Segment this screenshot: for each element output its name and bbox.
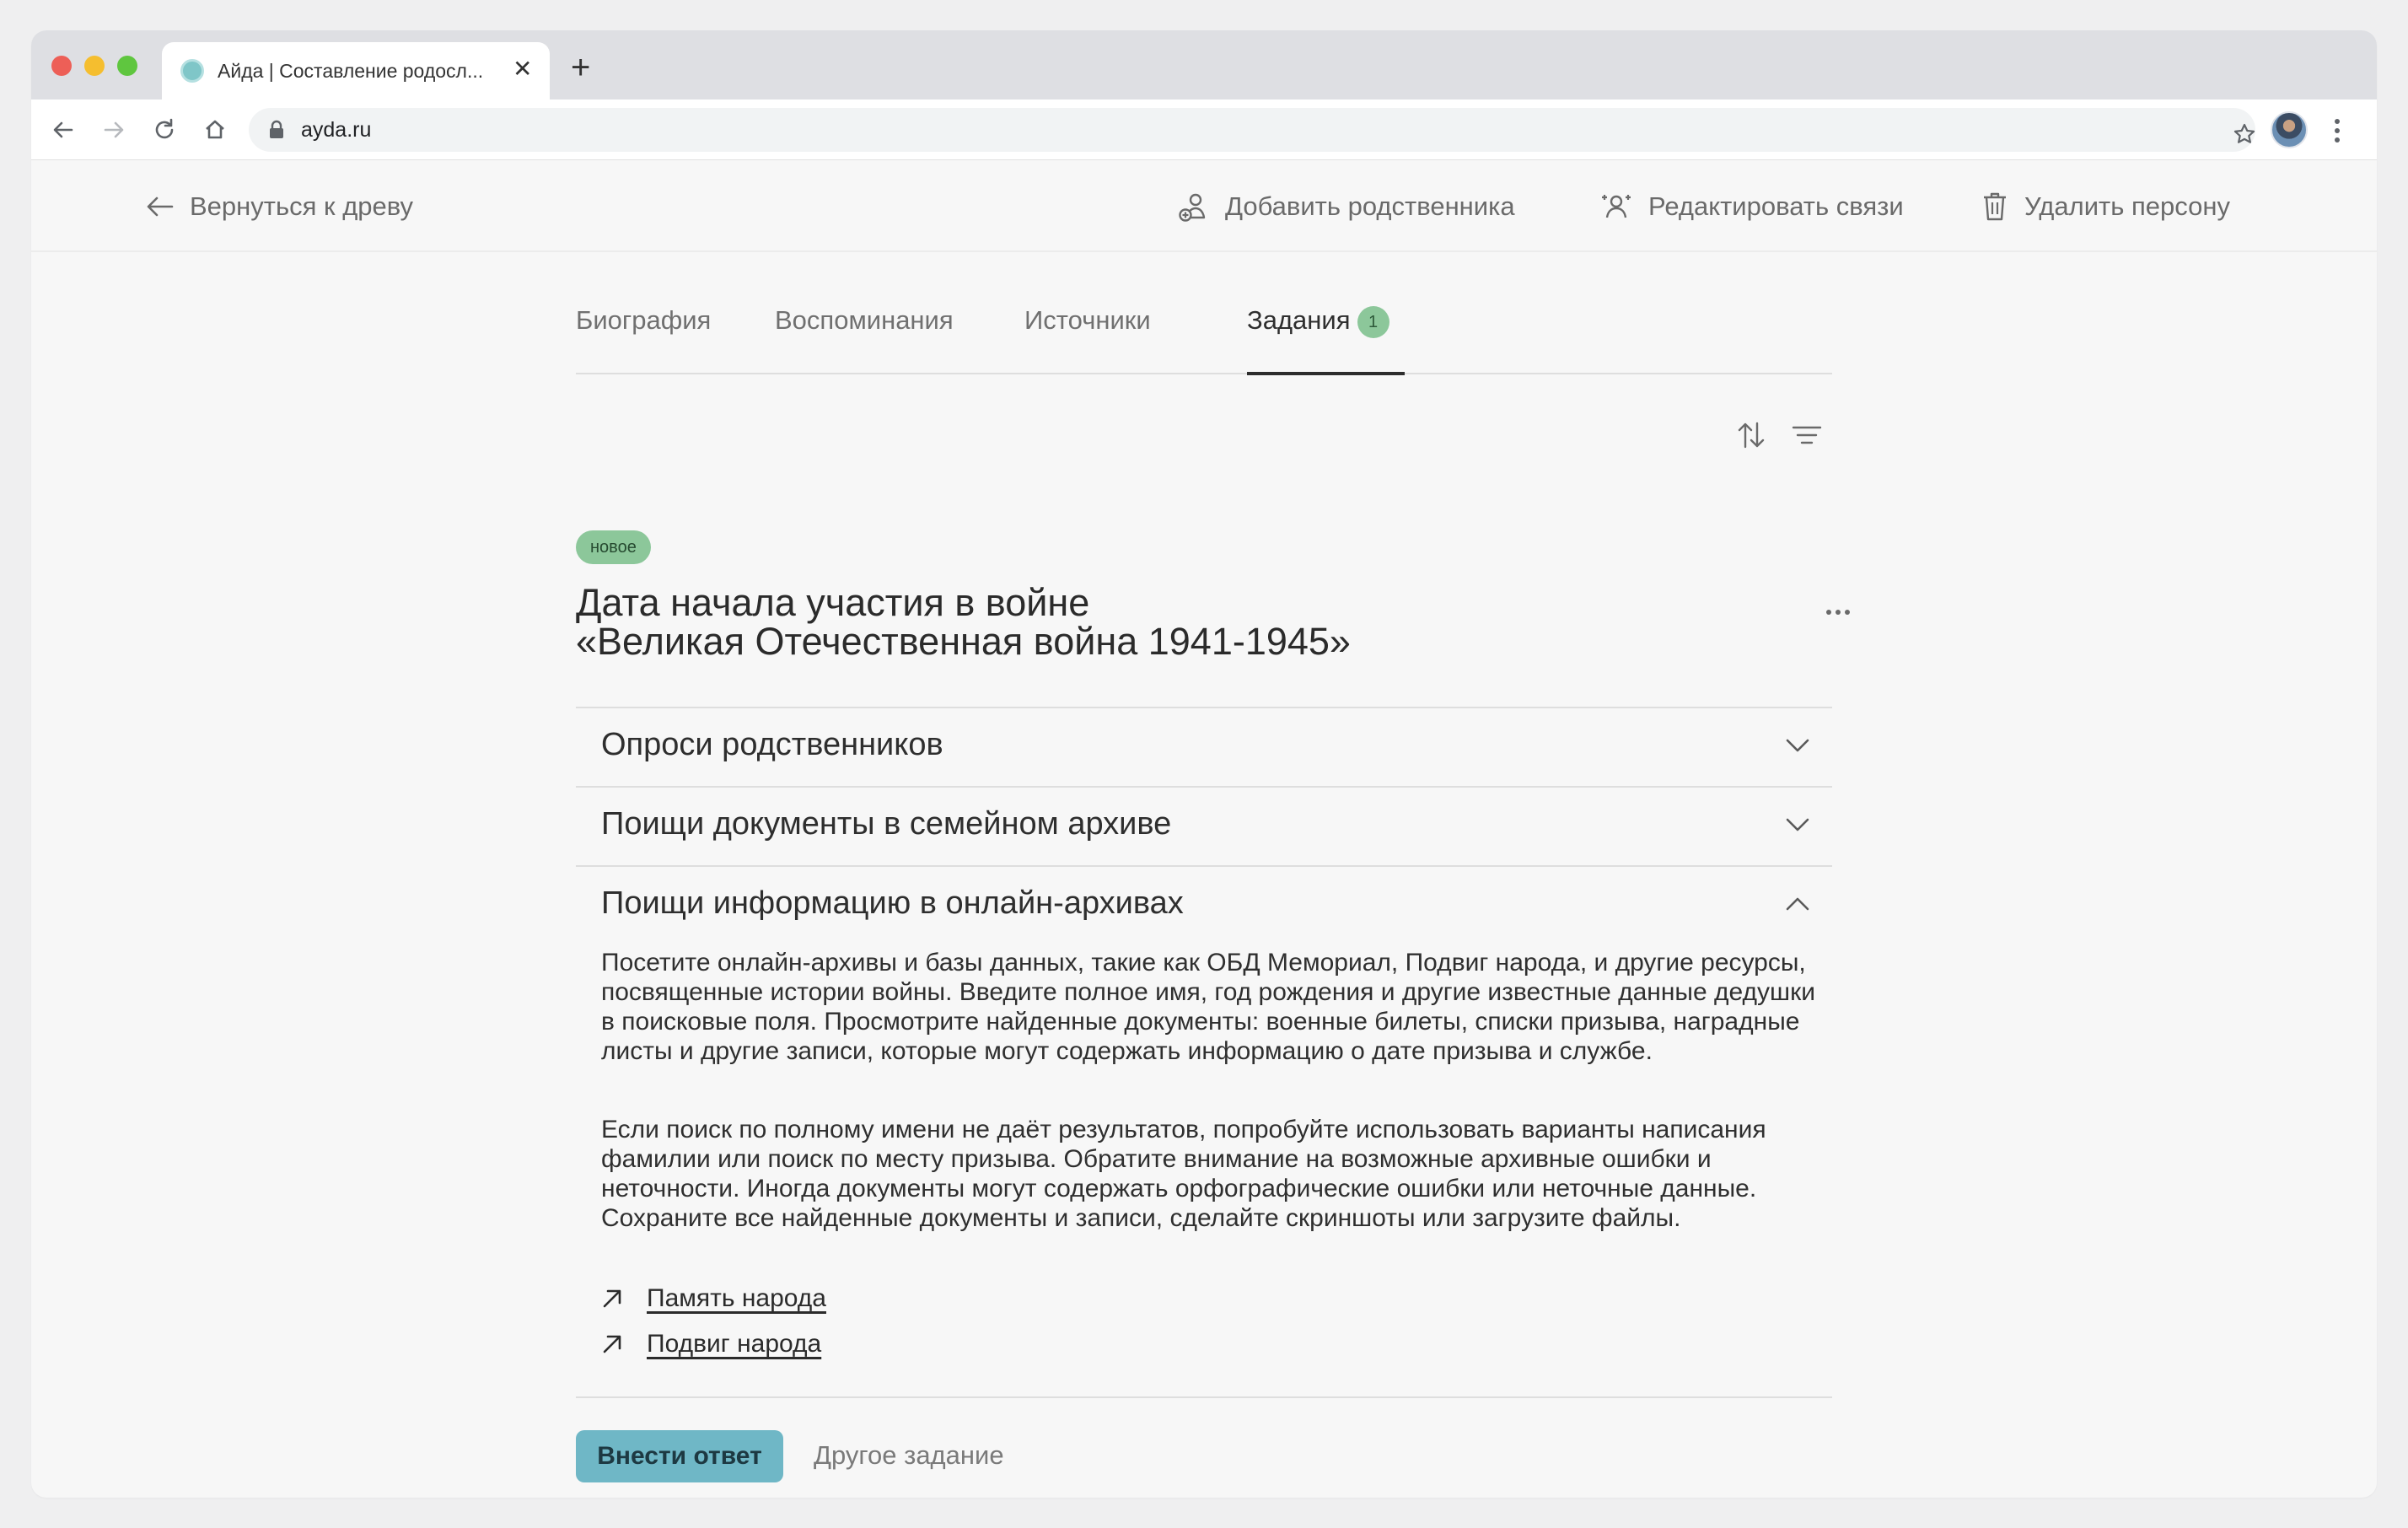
- tab-memories[interactable]: Воспоминания: [775, 305, 954, 336]
- accordion-header-family-archive[interactable]: Поищи документы в семейном архиве: [576, 788, 1832, 865]
- accordion-title: Поищи информацию в онлайн-архивах: [601, 885, 1184, 921]
- home-icon[interactable]: [200, 115, 230, 145]
- edit-links-button[interactable]: Редактировать связи: [1599, 190, 1904, 223]
- forward-arrow-icon[interactable]: [99, 115, 129, 145]
- arrow-up-right-icon: [603, 1289, 621, 1308]
- back-arrow-icon[interactable]: [48, 115, 78, 145]
- close-window-button[interactable]: [51, 56, 72, 76]
- trash-icon: [1984, 192, 2006, 221]
- add-person-icon: [1179, 193, 1206, 222]
- site-favicon-icon: [180, 59, 204, 83]
- lock-icon: [270, 120, 283, 138]
- chevron-up-icon: [1786, 897, 1809, 911]
- profile-avatar[interactable]: [2271, 111, 2308, 148]
- tab-tasks[interactable]: Задания 1: [1247, 305, 1389, 338]
- browser-toolbar: ayda.ru: [31, 100, 2377, 160]
- accordion-title: Поищи документы в семейном архиве: [601, 806, 1172, 842]
- app-header: Вернуться к древу Добавить родственника …: [31, 161, 2377, 252]
- arrow-up-right-icon: [603, 1335, 621, 1353]
- tab-tasks-label: Задания: [1247, 305, 1351, 335]
- accordion-body: Посетите онлайн-архивы и базы данных, та…: [576, 944, 1832, 1396]
- accordion-item: Поищи информацию в онлайн-архивах Посети…: [576, 865, 1832, 1396]
- new-tab-button[interactable]: +: [571, 51, 590, 84]
- back-to-tree-label: Вернуться к древу: [190, 191, 414, 221]
- maximize-window-button[interactable]: [117, 56, 137, 76]
- chevron-down-icon: [1786, 818, 1809, 831]
- browser-window: Айда | Составление родосл... ✕ + ayda.ru: [31, 30, 2377, 1498]
- accordion-title: Опроси родственников: [601, 727, 943, 762]
- sort-icon[interactable]: [1734, 418, 1768, 452]
- link-label[interactable]: Память народа: [647, 1284, 826, 1313]
- address-bar[interactable]: ayda.ru: [249, 108, 2255, 152]
- bookmark-star-icon[interactable]: [2232, 121, 2257, 147]
- main-content: Биография Воспоминания Источники Задания…: [576, 253, 1850, 1482]
- url-text: ayda.ru: [301, 118, 372, 142]
- task-title-line2: «Великая Отечественная война 1941-1945»: [576, 620, 1351, 663]
- task-title-line1: Дата начала участия в войне: [576, 581, 1090, 624]
- other-task-button[interactable]: Другое задание: [814, 1440, 1004, 1471]
- reload-icon[interactable]: [149, 115, 180, 145]
- accordion-header-online-archives[interactable]: Поищи информацию в онлайн-архивах: [576, 867, 1832, 944]
- accordion-item: Поищи документы в семейном архиве: [576, 786, 1832, 865]
- edit-links-icon: [1602, 195, 1631, 218]
- delete-person-button[interactable]: Удалить персону: [1981, 190, 2230, 223]
- chevron-down-icon: [1786, 739, 1809, 752]
- active-tab-indicator: [1247, 372, 1405, 375]
- tab-biography[interactable]: Биография: [576, 305, 711, 336]
- delete-person-label: Удалить персону: [2024, 191, 2230, 221]
- add-relative-button[interactable]: Добавить родственника: [1178, 190, 1515, 223]
- task-steps-accordion: Опроси родственников Поищи документы в с…: [576, 707, 1832, 1398]
- external-link-podvig-naroda[interactable]: Подвиг народа: [601, 1327, 821, 1361]
- browser-menu-icon[interactable]: [2333, 118, 2341, 143]
- browser-titlebar: Айда | Составление родосл... ✕ +: [31, 30, 2377, 100]
- instruction-paragraph: Посетите онлайн-архивы и базы данных, та…: [601, 949, 1815, 1065]
- edit-links-label: Редактировать связи: [1648, 191, 1904, 221]
- more-options-icon[interactable]: [1824, 607, 1852, 617]
- instruction-paragraph: Если поиск по полному имени не даёт резу…: [601, 1116, 1766, 1232]
- tab-close-icon[interactable]: ✕: [513, 56, 532, 83]
- submit-answer-button[interactable]: Внести ответ: [576, 1430, 783, 1482]
- tab-title: Айда | Составление родосл...: [218, 60, 484, 82]
- content-tabs: Биография Воспоминания Источники Задания…: [576, 253, 1832, 375]
- accordion-header-ask-relatives[interactable]: Опроси родственников: [576, 708, 1832, 786]
- back-to-tree-button[interactable]: Вернуться к древу: [146, 190, 413, 223]
- status-badge: новое: [576, 530, 651, 564]
- external-link-pamyat-naroda[interactable]: Память народа: [601, 1282, 826, 1315]
- link-label[interactable]: Подвиг народа: [647, 1330, 821, 1359]
- tasks-count-badge: 1: [1357, 306, 1389, 338]
- browser-tab[interactable]: Айда | Составление родосл... ✕: [162, 42, 550, 100]
- arrow-left-icon: [147, 196, 174, 217]
- accordion-item: Опроси родственников: [576, 707, 1832, 786]
- add-relative-label: Добавить родственника: [1225, 191, 1515, 221]
- task-title: Дата начала участия в войне «Великая Оте…: [576, 584, 1503, 661]
- accordion-divider: [576, 1396, 1832, 1398]
- minimize-window-button[interactable]: [84, 56, 105, 76]
- filter-icon[interactable]: [1790, 418, 1824, 452]
- tab-sources[interactable]: Источники: [1024, 305, 1151, 336]
